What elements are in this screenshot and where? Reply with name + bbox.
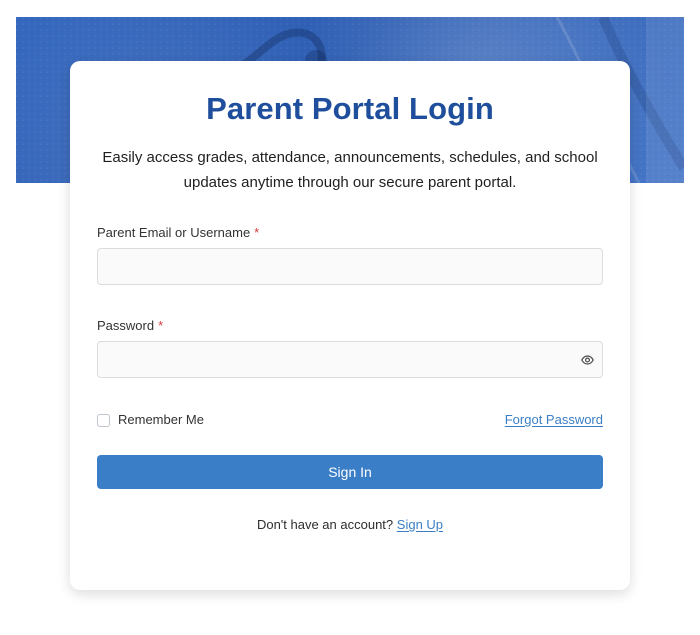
page-title: Parent Portal Login	[206, 91, 494, 126]
password-input[interactable]	[97, 341, 603, 378]
sign-up-link[interactable]: Sign Up	[397, 517, 443, 532]
email-required-mark: *	[254, 225, 260, 240]
password-required-mark: *	[158, 318, 164, 333]
remember-me-label: Remember Me	[118, 412, 204, 427]
sign-in-button[interactable]: Sign In	[97, 455, 603, 489]
forgot-password-link[interactable]: Forgot Password	[505, 411, 603, 429]
email-label: Parent Email or Username *	[97, 224, 259, 242]
signup-prompt-row: Don't have an account? Sign Up	[70, 516, 630, 534]
login-card: Parent Portal Login Easily access grades…	[70, 61, 630, 590]
password-label-text: Password	[97, 318, 155, 333]
remember-me-control[interactable]: Remember Me	[97, 409, 204, 431]
login-page: Parent Portal Login Easily access grades…	[0, 0, 700, 635]
eye-icon	[580, 354, 594, 365]
signup-prompt-text: Don't have an account?	[256, 517, 394, 532]
portal-description: Easily access grades, attendance, announ…	[102, 149, 598, 191]
password-label: Password *	[97, 317, 163, 335]
email-username-input[interactable]	[97, 248, 603, 285]
email-label-text: Parent Email or Username	[97, 225, 251, 240]
show-password-button[interactable]	[575, 349, 599, 370]
remember-me-checkbox[interactable]	[97, 413, 110, 427]
